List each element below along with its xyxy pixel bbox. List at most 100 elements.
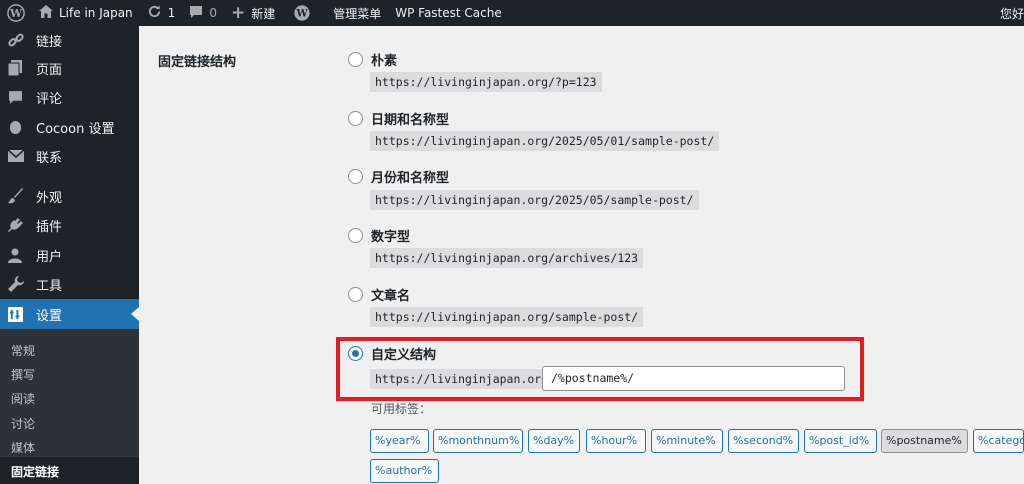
updates-count: 1: [167, 6, 176, 20]
admin-sidebar: 链接 页面 评论 Cocoon 设置 联系 外观 插件 用户 工具 设置 常规 …: [0, 26, 139, 484]
tag-button-day[interactable]: %day%: [528, 429, 580, 453]
option-label: 数字型: [371, 230, 411, 245]
radio-post-name[interactable]: [348, 287, 363, 302]
brush-icon: [0, 188, 36, 204]
comment-bubble-icon: [189, 5, 203, 22]
sidebar-item-pages[interactable]: 页面: [0, 53, 139, 83]
account-menu[interactable]: 您好: [993, 0, 1024, 26]
sidebar-item-label: 页面: [36, 62, 63, 78]
updates-icon: [147, 4, 162, 22]
sidebar-item-links[interactable]: 链接: [0, 25, 139, 55]
tag-button-author[interactable]: %author%: [370, 459, 439, 483]
submenu-discussion[interactable]: 讨论: [11, 415, 35, 432]
radio-plain[interactable]: [348, 52, 363, 67]
sidebar-item-contact[interactable]: 联系: [0, 141, 139, 171]
sidebar-item-plugins[interactable]: 插件: [0, 210, 139, 240]
sidebar-item-cocoon[interactable]: Cocoon 设置: [0, 112, 139, 142]
sidebar-item-label: Cocoon 设置: [36, 121, 115, 137]
option-month-name[interactable]: 月份和名称型: [348, 167, 449, 186]
wp-fastest-cache-menu[interactable]: WP Fastest Cache: [388, 0, 509, 26]
submenu-permalinks[interactable]: 固定链接: [11, 463, 59, 480]
sidebar-item-tools[interactable]: 工具: [0, 269, 139, 299]
submenu-media[interactable]: 媒体: [11, 439, 35, 456]
plugin-icon: [0, 217, 36, 233]
page-icon: [0, 60, 36, 76]
new-content-menu[interactable]: + 新建: [224, 0, 282, 26]
settings-icon: [0, 306, 36, 322]
comments-menu[interactable]: 0: [182, 0, 224, 26]
tag-button-year[interactable]: %year%: [370, 429, 429, 453]
sidebar-item-label: 链接: [36, 34, 63, 50]
sidebar-item-settings[interactable]: 设置: [0, 299, 139, 329]
tag-button-monthnum[interactable]: %monthnum%: [433, 429, 523, 453]
radio-numeric[interactable]: [348, 228, 363, 243]
tag-button-postname[interactable]: %postname%: [881, 429, 968, 453]
sidebar-item-label: 插件: [36, 219, 63, 235]
option-plain[interactable]: 朴素: [348, 50, 397, 69]
sidebar-item-comments[interactable]: 评论: [0, 82, 139, 112]
option-label: 月份和名称型: [371, 171, 450, 186]
settings-content: 固定链接结构 朴素 https://livinginjapan.org/?p=1…: [139, 26, 1024, 484]
plugin-logo-menu[interactable]: W: [286, 0, 318, 26]
option-example: https://livinginjapan.org/archives/123: [370, 248, 644, 268]
custom-structure-prefix: https://livinginjapan.org: [370, 369, 554, 389]
cocoon-icon: [0, 120, 36, 135]
wordpress-logo-icon: W: [7, 4, 25, 22]
wrench-icon: [0, 276, 36, 292]
sidebar-item-label: 外观: [36, 190, 63, 206]
wordpress-circle-icon: W: [293, 4, 311, 22]
option-post-name[interactable]: 文章名: [348, 285, 410, 304]
option-example: https://livinginjapan.org/sample-post/: [370, 307, 644, 327]
option-label: 日期和名称型: [371, 113, 450, 128]
radio-custom-structure[interactable]: [348, 346, 363, 361]
new-label: 新建: [251, 6, 276, 21]
submenu-writing[interactable]: 撰写: [11, 366, 35, 383]
link-icon: [0, 32, 36, 48]
section-label: 固定链接结构: [158, 55, 237, 70]
submenu-reading[interactable]: 阅读: [11, 390, 35, 407]
tag-button-hour[interactable]: %hour%: [586, 429, 646, 453]
tag-button-category[interactable]: %category%: [973, 429, 1024, 453]
radio-month-name[interactable]: [348, 169, 363, 184]
option-label: 文章名: [371, 289, 411, 304]
sidebar-item-label: 评论: [36, 91, 63, 107]
plus-icon: +: [230, 2, 246, 23]
mail-icon: [0, 150, 36, 162]
home-icon: [39, 5, 53, 21]
option-numeric[interactable]: 数字型: [348, 226, 410, 245]
sidebar-item-label: 用户: [36, 249, 63, 265]
option-label: 朴素: [371, 54, 398, 69]
site-name-menu[interactable]: Life in Japan: [32, 0, 140, 26]
tag-button-post-id[interactable]: %post_id%: [804, 429, 877, 453]
tag-button-second[interactable]: %second%: [728, 429, 799, 453]
user-icon: [0, 248, 36, 263]
option-example: https://livinginjapan.org/?p=123: [370, 72, 602, 92]
wordpress-logo-menu[interactable]: W: [0, 0, 32, 26]
available-tags-label: 可用标签：: [371, 402, 432, 416]
option-example: https://livinginjapan.org/2025/05/sample…: [370, 190, 699, 210]
option-day-name[interactable]: 日期和名称型: [348, 109, 449, 128]
site-name: Life in Japan: [59, 6, 133, 20]
svg-text:W: W: [9, 7, 23, 20]
admin-menu-link[interactable]: 管理菜单: [326, 0, 388, 26]
cache-label: WP Fastest Cache: [395, 6, 502, 20]
option-custom-structure[interactable]: 自定义结构: [348, 344, 436, 363]
greeting-text: 您好: [999, 6, 1024, 21]
sidebar-item-label: 工具: [36, 278, 63, 294]
tag-button-minute[interactable]: %minute%: [651, 429, 723, 453]
sidebar-item-label: 联系: [36, 150, 63, 166]
option-example: https://livinginjapan.org/2025/05/01/sam…: [370, 131, 720, 151]
sidebar-item-users[interactable]: 用户: [0, 240, 139, 270]
sidebar-item-appearance[interactable]: 外观: [0, 181, 139, 211]
updates-menu[interactable]: 1: [140, 0, 183, 26]
admin-bar: W Life in Japan 1 0 + 新建 W 管理菜单 WP Faste…: [0, 0, 1024, 26]
settings-submenu: 常规 撰写 阅读 讨论 媒体 固定链接: [0, 329, 139, 479]
custom-structure-input[interactable]: /%postname%/: [542, 366, 845, 391]
comments-count: 0: [209, 6, 217, 20]
radio-day-name[interactable]: [348, 111, 363, 126]
sidebar-item-label: 设置: [36, 308, 63, 324]
submenu-general[interactable]: 常规: [11, 342, 35, 359]
option-label: 自定义结构: [371, 348, 437, 363]
svg-text:W: W: [296, 9, 309, 20]
comment-icon: [0, 90, 36, 105]
